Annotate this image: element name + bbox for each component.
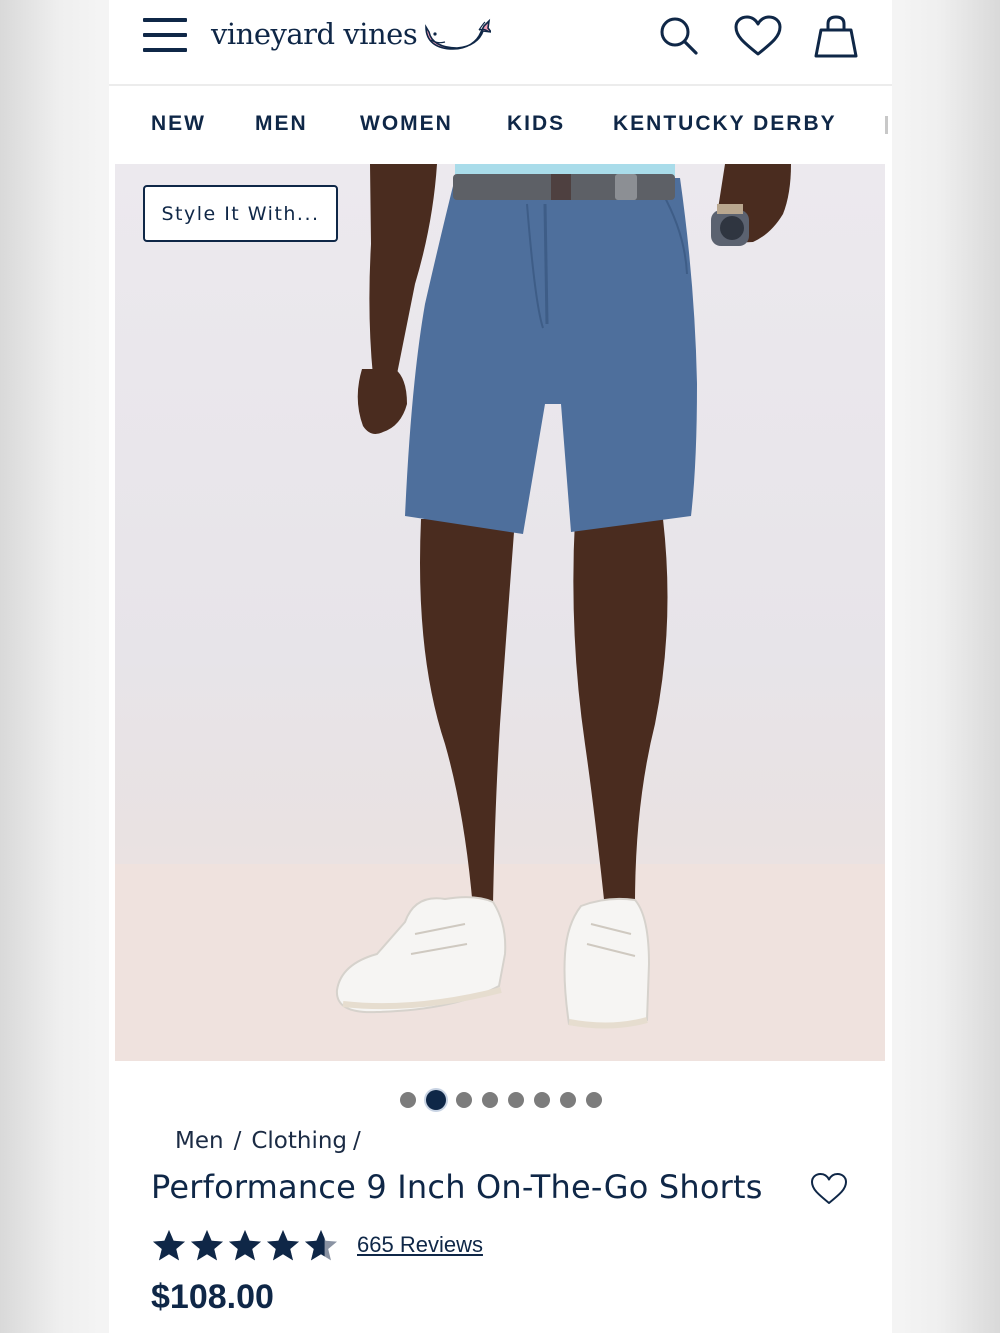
product-image[interactable]: Style It With... bbox=[115, 164, 885, 1061]
nav-item-kids[interactable]: KIDS bbox=[507, 112, 565, 136]
brand-name: vineyard vines bbox=[211, 17, 418, 51]
phone-screen: vineyard vines NEW MEN WOMEN KIDS KENTUC… bbox=[109, 0, 892, 1333]
product-rating: 665 Reviews bbox=[151, 1228, 483, 1262]
site-header: vineyard vines bbox=[109, 0, 892, 84]
add-to-wishlist-heart-icon[interactable] bbox=[810, 1172, 848, 1206]
breadcrumb-men[interactable]: Men bbox=[175, 1128, 224, 1154]
carousel-dot[interactable] bbox=[585, 1092, 602, 1108]
brand-logo[interactable]: vineyard vines bbox=[211, 12, 492, 56]
star-icon bbox=[305, 1230, 337, 1261]
carousel-dot[interactable] bbox=[481, 1092, 498, 1108]
breadcrumb-clothing[interactable]: Clothing bbox=[251, 1128, 347, 1154]
rating-stars bbox=[151, 1228, 339, 1262]
star-icon bbox=[267, 1230, 299, 1261]
model-wearing-shorts-illustration bbox=[115, 164, 885, 1061]
whale-logo-icon bbox=[425, 18, 492, 50]
carousel-dot[interactable] bbox=[425, 1090, 446, 1110]
nav-item-women[interactable]: WOMEN bbox=[360, 112, 453, 136]
star-icon bbox=[153, 1230, 185, 1261]
breadcrumb: Men / Clothing / bbox=[175, 1128, 371, 1154]
nav-overflow-indicator bbox=[885, 116, 888, 134]
nav-item-kentucky-derby[interactable]: KENTUCKY DERBY bbox=[613, 112, 837, 136]
star-icon bbox=[191, 1230, 223, 1261]
product-title: Performance 9 Inch On-The-Go Shorts bbox=[151, 1168, 763, 1206]
hamburger-menu-icon[interactable] bbox=[143, 18, 187, 54]
carousel-dot[interactable] bbox=[559, 1092, 576, 1108]
breadcrumb-separator: / bbox=[353, 1128, 361, 1154]
nav-item-men[interactable]: MEN bbox=[255, 112, 308, 136]
image-carousel-dots bbox=[109, 1090, 892, 1110]
carousel-dot[interactable] bbox=[507, 1092, 524, 1108]
shopping-bag-icon[interactable] bbox=[813, 14, 859, 60]
carousel-dot[interactable] bbox=[399, 1092, 416, 1108]
style-it-with-button[interactable]: Style It With... bbox=[143, 185, 338, 242]
product-price: $108.00 bbox=[151, 1278, 274, 1316]
nav-item-new[interactable]: NEW bbox=[151, 112, 206, 136]
carousel-dot[interactable] bbox=[455, 1092, 472, 1108]
breadcrumb-separator: / bbox=[233, 1128, 242, 1154]
wishlist-heart-icon[interactable] bbox=[733, 14, 783, 58]
star-icon bbox=[229, 1230, 261, 1261]
search-icon[interactable] bbox=[657, 14, 701, 58]
carousel-dot[interactable] bbox=[533, 1092, 550, 1108]
category-nav: NEW MEN WOMEN KIDS KENTUCKY DERBY bbox=[109, 86, 892, 162]
reviews-link[interactable]: 665 Reviews bbox=[357, 1232, 483, 1258]
